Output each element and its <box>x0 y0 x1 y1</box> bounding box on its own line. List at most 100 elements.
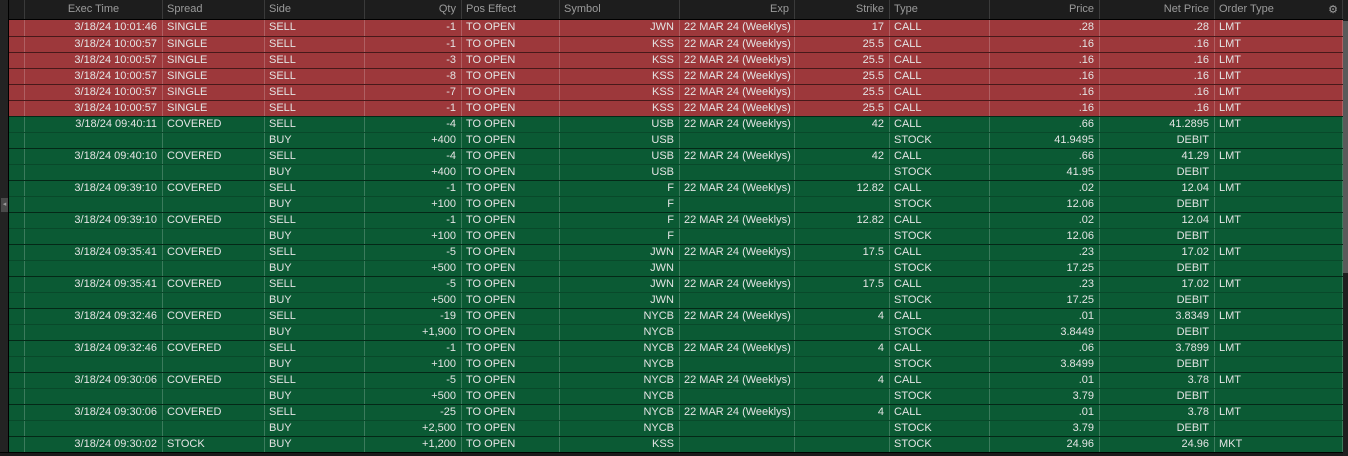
cell-spread: COVERED <box>163 341 265 356</box>
order-row[interactable]: BUY +500 TO OPEN NYCB STOCK 3.79 DEBIT <box>9 388 1343 404</box>
order-row[interactable]: 3/18/24 09:39:10 COVERED SELL -1 TO OPEN F 22 … <box>9 212 1343 228</box>
order-row[interactable]: BUY +100 TO OPEN F STOCK 12.06 DEBIT <box>9 196 1343 212</box>
cell-order-type: LMT <box>1215 69 1343 84</box>
cell-exec-time: 3/18/24 09:30:06 <box>25 373 163 388</box>
cell-order-type <box>1215 165 1343 180</box>
order-row[interactable]: 3/18/24 09:30:06 COVERED SELL -25 TO OPEN NYC… <box>9 404 1343 420</box>
order-row[interactable]: 3/18/24 09:40:10 COVERED SELL -4 TO OPEN USB 2… <box>9 148 1343 164</box>
cell-strike <box>795 421 890 436</box>
cell-price: .66 <box>990 117 1100 132</box>
cell-order-type <box>1215 293 1343 308</box>
order-row[interactable]: BUY +500 TO OPEN JWN STOCK 17.25 DEBIT <box>9 292 1343 308</box>
cell-exec-time <box>25 165 163 180</box>
column-header-exp[interactable]: Exp <box>680 0 795 19</box>
cell-order-type: LMT <box>1215 341 1343 356</box>
order-row[interactable]: 3/18/24 09:35:41 COVERED SELL -5 TO OPEN JWN 2… <box>9 244 1343 260</box>
order-row[interactable]: BUY +100 TO OPEN NYCB STOCK 3.8499 DEBIT <box>9 356 1343 372</box>
order-row[interactable]: 3/18/24 10:00:57 SINGLE SELL -1 TO OPEN KSS 22… <box>9 100 1343 116</box>
cell-type: STOCK <box>890 293 990 308</box>
cell-symbol: F <box>560 181 680 196</box>
order-row[interactable]: BUY +400 TO OPEN USB STOCK 41.95 DEBIT <box>9 164 1343 180</box>
cell-qty: +400 <box>365 165 462 180</box>
cell-exp: 22 MAR 24 (Weeklys) <box>680 405 795 420</box>
column-header-spacer <box>9 0 25 19</box>
cell-order-type: LMT <box>1215 37 1343 52</box>
cell-pos-effect: TO OPEN <box>462 309 560 324</box>
cell-spread: SINGLE <box>163 20 265 36</box>
cell-exec-time: 3/18/24 09:32:46 <box>25 309 163 324</box>
order-row[interactable]: 3/18/24 09:32:46 COVERED SELL -19 TO OPEN NYC… <box>9 308 1343 324</box>
order-row[interactable]: 3/18/24 10:01:46 SINGLE SELL -1 TO OPEN JWN 22… <box>9 20 1343 36</box>
cell-strike: 4 <box>795 309 890 324</box>
cell-spacer <box>9 149 25 164</box>
vertical-scrollbar[interactable] <box>1343 0 1348 456</box>
order-row[interactable]: BUY +2,500 TO OPEN NYCB STOCK 3.79 DEBIT <box>9 420 1343 436</box>
column-header-type[interactable]: Type <box>890 0 990 19</box>
column-header-order-type[interactable]: Order Type <box>1215 0 1343 19</box>
cell-spacer <box>9 309 25 324</box>
cell-price: 17.25 <box>990 293 1100 308</box>
cell-type: CALL <box>890 341 990 356</box>
cell-spacer <box>9 197 25 212</box>
cell-exp <box>680 357 795 372</box>
cell-pos-effect: TO OPEN <box>462 277 560 292</box>
column-header-price[interactable]: Price <box>990 0 1100 19</box>
column-header-qty[interactable]: Qty <box>365 0 462 19</box>
column-header-symbol[interactable]: Symbol <box>560 0 680 19</box>
cell-order-type: LMT <box>1215 149 1343 164</box>
cell-spread <box>163 325 265 340</box>
order-row[interactable]: 3/18/24 09:35:41 COVERED SELL -5 TO OPEN JWN 2… <box>9 276 1343 292</box>
order-row[interactable]: 3/18/24 09:30:06 COVERED SELL -5 TO OPEN NYCB… <box>9 372 1343 388</box>
cell-spacer <box>9 389 25 404</box>
settings-gear-icon[interactable]: ⚙ <box>1328 0 1338 20</box>
order-row[interactable]: 3/18/24 10:00:57 SINGLE SELL -1 TO OPEN KSS 22… <box>9 36 1343 52</box>
cell-spread <box>163 229 265 244</box>
cell-type: STOCK <box>890 229 990 244</box>
cell-qty: -1 <box>365 341 462 356</box>
cell-pos-effect: TO OPEN <box>462 421 560 436</box>
cell-net-price: 12.04 <box>1100 181 1215 196</box>
cell-qty: +1,900 <box>365 325 462 340</box>
order-row[interactable]: 3/18/24 10:00:57 SINGLE SELL -7 TO OPEN KSS 22… <box>9 84 1343 100</box>
cell-side: SELL <box>265 309 365 324</box>
cell-side: SELL <box>265 341 365 356</box>
cell-exec-time: 3/18/24 09:35:41 <box>25 277 163 292</box>
scrollbar-thumb[interactable] <box>1343 21 1348 273</box>
cell-symbol: KSS <box>560 37 680 52</box>
cell-order-type <box>1215 229 1343 244</box>
column-header-pos-effect[interactable]: Pos Effect <box>462 0 560 19</box>
panel-collapse-handle[interactable]: ◂ <box>1 198 8 212</box>
order-row[interactable]: BUY +500 TO OPEN JWN STOCK 17.25 DEBIT <box>9 260 1343 276</box>
left-panel-divider[interactable]: ◂ <box>0 0 9 456</box>
cell-symbol: JWN <box>560 261 680 276</box>
order-row[interactable]: 3/18/24 09:32:46 COVERED SELL -1 TO OPEN NYCB… <box>9 340 1343 356</box>
column-header-strike[interactable]: Strike <box>795 0 890 19</box>
order-row[interactable]: BUY +400 TO OPEN USB STOCK 41.9495 DEBIT <box>9 132 1343 148</box>
cell-qty: -5 <box>365 373 462 388</box>
cell-spread: SINGLE <box>163 85 265 100</box>
column-header-net-price[interactable]: Net Price <box>1100 0 1215 19</box>
order-row[interactable]: BUY +1,900 TO OPEN NYCB STOCK 3.8449 DEBIT <box>9 324 1343 340</box>
cell-spread: COVERED <box>163 181 265 196</box>
cell-qty: -1 <box>365 101 462 116</box>
order-row[interactable]: 3/18/24 09:40:11 COVERED SELL -4 TO OPEN USB 2… <box>9 116 1343 132</box>
cell-price: .01 <box>990 405 1100 420</box>
cell-net-price: 3.8349 <box>1100 309 1215 324</box>
order-row[interactable]: 3/18/24 10:00:57 SINGLE SELL -3 TO OPEN KSS 22… <box>9 52 1343 68</box>
cell-exp <box>680 293 795 308</box>
cell-side: SELL <box>265 181 365 196</box>
order-row[interactable]: 3/18/24 10:00:57 SINGLE SELL -8 TO OPEN KSS 22… <box>9 68 1343 84</box>
order-row[interactable]: BUY +100 TO OPEN F STOCK 12.06 DEBIT <box>9 228 1343 244</box>
order-row[interactable]: 3/18/24 09:30:02 STOCK BUY +1,200 TO OPEN KSS… <box>9 436 1343 452</box>
cell-side: BUY <box>265 421 365 436</box>
column-header-spread[interactable]: Spread <box>163 0 265 19</box>
cell-spacer <box>9 405 25 420</box>
column-header-exec-time[interactable]: Exec Time <box>25 0 163 19</box>
cell-type: STOCK <box>890 357 990 372</box>
order-row[interactable]: 3/18/24 09:39:10 COVERED SELL -1 TO OPEN F 22 … <box>9 180 1343 196</box>
column-header-side[interactable]: Side <box>265 0 365 19</box>
cell-exec-time <box>25 197 163 212</box>
cell-side: BUY <box>265 197 365 212</box>
cell-net-price: .16 <box>1100 85 1215 100</box>
cell-order-type <box>1215 133 1343 148</box>
